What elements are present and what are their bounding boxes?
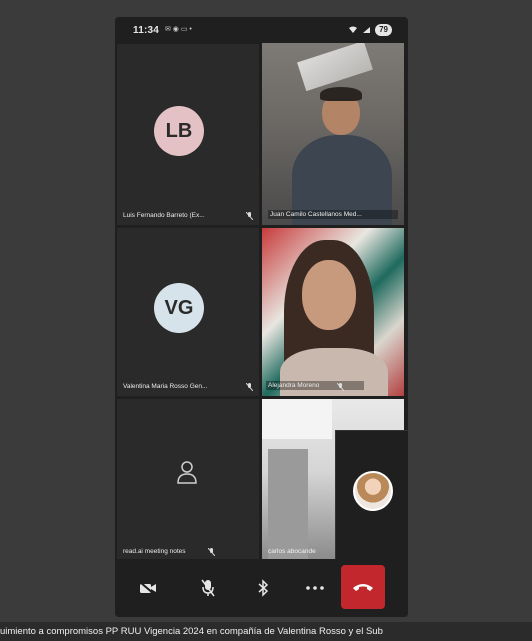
caption-text: uimiento a compromisos PP RUU Vigencia 2… — [0, 626, 383, 637]
status-time: 11:34 — [133, 25, 160, 36]
participant-name: carlos abocande — [268, 548, 316, 555]
mic-off-icon — [201, 579, 215, 597]
participant-video — [262, 43, 404, 225]
participant-name: Alejandra Moreno — [266, 381, 364, 390]
participant-tile-read-ai[interactable]: read.ai meeting notes — [117, 399, 259, 561]
bluetooth-button[interactable] — [248, 573, 278, 603]
participant-video — [262, 228, 404, 396]
status-right: 79 — [348, 24, 392, 36]
call-controls — [115, 559, 408, 617]
status-bar: 11:34 ✉ ◉ ▭ • 79 — [115, 17, 408, 43]
battery-badge: 79 — [375, 24, 392, 36]
self-avatar — [353, 471, 393, 511]
signal-icon — [363, 27, 371, 33]
avatar: LB — [154, 106, 204, 156]
avatar: VG — [154, 283, 204, 333]
camera-toggle-button[interactable] — [133, 573, 163, 603]
caption-bar: uimiento a compromisos PP RUU Vigencia 2… — [0, 622, 532, 641]
avatar-initials: VG — [164, 296, 194, 319]
more-options-button[interactable] — [300, 573, 330, 603]
participant-tile-juan-camilo[interactable]: Juan Camilo Castellanos Med... — [262, 43, 404, 225]
end-call-icon — [353, 584, 373, 591]
wifi-icon — [349, 26, 358, 33]
participant-name: Valentina Maria Rosso Gen... — [123, 383, 208, 390]
more-icon — [306, 586, 324, 590]
person-outline-icon — [177, 461, 197, 484]
mic-off-icon — [246, 383, 253, 391]
end-call-button[interactable] — [341, 565, 385, 609]
participant-name: read.ai meeting notes — [123, 548, 186, 555]
mic-toggle-button[interactable] — [193, 573, 223, 603]
phone-screen: 11:34 ✉ ◉ ▭ • 79 LB Luis Fernando Barret… — [115, 17, 408, 617]
mic-off-icon — [208, 548, 215, 556]
participant-tile-lb[interactable]: LB Luis Fernando Barreto (Ex... — [117, 44, 259, 225]
bluetooth-icon — [258, 579, 269, 597]
mic-off-icon — [337, 383, 344, 391]
participant-name: Juan Camilo Castellanos Med... — [268, 210, 398, 219]
mic-off-icon — [246, 212, 253, 220]
camera-off-icon — [139, 581, 156, 595]
status-icons: ✉ ◉ ▭ • — [165, 26, 192, 33]
participant-tile-alejandra[interactable]: Alejandra Moreno — [262, 228, 404, 396]
self-view[interactable] — [335, 430, 408, 562]
participant-name: Luis Fernando Barreto (Ex... — [123, 212, 205, 219]
participant-tile-vg[interactable]: VG Valentina Maria Rosso Gen... — [117, 228, 259, 396]
avatar-initials: LB — [165, 119, 193, 142]
